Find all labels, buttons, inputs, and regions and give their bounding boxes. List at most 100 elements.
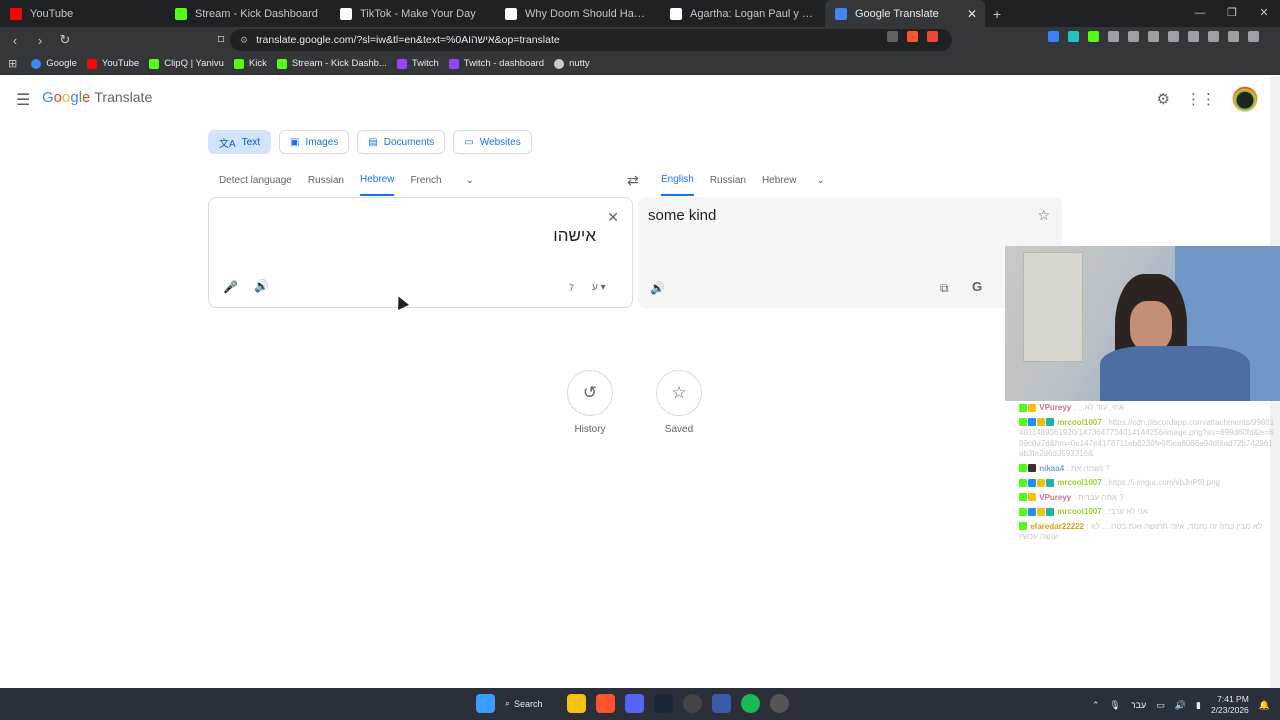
tab-websites[interactable]: ▭ Websites bbox=[453, 130, 532, 154]
listen-translation-speaker-icon[interactable]: 🔊 bbox=[650, 281, 665, 295]
bookmark-nutty[interactable]: nutty bbox=[554, 58, 590, 69]
minimize-icon[interactable]: — bbox=[1184, 0, 1216, 27]
input-language[interactable]: עבר bbox=[1131, 700, 1146, 710]
steam-icon[interactable] bbox=[653, 694, 673, 713]
save-translation-star-icon[interactable]: ☆ bbox=[1037, 207, 1050, 224]
brave-rewards-icon[interactable] bbox=[927, 31, 938, 42]
bookmark-google[interactable]: Google bbox=[31, 58, 77, 69]
main-menu-icon[interactable]: ☰ bbox=[16, 90, 30, 110]
google-icon bbox=[31, 58, 42, 69]
new-tab-icon[interactable]: + bbox=[993, 6, 1001, 22]
chat-text: : אני לא ערבי bbox=[1103, 507, 1148, 516]
translate-icon: 文A bbox=[219, 138, 236, 150]
webcam-overlay bbox=[1005, 246, 1280, 401]
clear-text-close-icon[interactable]: ✕ bbox=[607, 209, 619, 226]
tab-documents[interactable]: ▤ Documents bbox=[357, 130, 446, 154]
microphone-icon[interactable]: 🎤 bbox=[223, 280, 238, 294]
leo-ai-icon[interactable] bbox=[1208, 31, 1219, 42]
back-icon[interactable]: ‹ bbox=[5, 33, 25, 48]
obs-icon[interactable] bbox=[682, 694, 702, 713]
source-lang-detect[interactable]: Detect language bbox=[219, 171, 292, 195]
discord-icon[interactable] bbox=[624, 694, 644, 713]
source-lang-more-chevron-down-icon[interactable]: ⌄ bbox=[466, 171, 474, 195]
browser-tab-doom[interactable]: Why Doom Should Have Won in Ove bbox=[495, 0, 660, 27]
account-avatar[interactable] bbox=[1232, 86, 1258, 112]
extension-2-icon[interactable] bbox=[1068, 31, 1079, 42]
target-lang-english[interactable]: English bbox=[661, 170, 694, 196]
brave-browser-icon[interactable] bbox=[595, 694, 615, 713]
taskbar-search[interactable]: ⌕ Search bbox=[505, 698, 543, 709]
target-lang-more-chevron-down-icon[interactable]: ⌄ bbox=[816, 171, 824, 195]
tray-chevron-up-icon[interactable]: ⌃ bbox=[1092, 700, 1100, 711]
input-tools-keyboard-icon[interactable]: ע ▾ bbox=[592, 282, 606, 293]
extension-1-icon[interactable] bbox=[1048, 31, 1059, 42]
kick-favicon-icon bbox=[175, 7, 187, 20]
website-icon: ▭ bbox=[464, 136, 474, 148]
google-apps-icon[interactable]: ⋮⋮ bbox=[1186, 90, 1216, 108]
extensions-puzzle-icon[interactable] bbox=[1108, 31, 1119, 42]
bookmarks-bar: ⊞ Google YouTube ClipQ | Yanivu Kick Str… bbox=[0, 53, 1280, 75]
forward-icon[interactable]: › bbox=[30, 33, 50, 48]
tab-text[interactable]: 文A Text bbox=[208, 130, 272, 154]
source-lang-hebrew[interactable]: Hebrew bbox=[359, 170, 395, 196]
windows-start-icon[interactable] bbox=[476, 694, 495, 713]
screenshot-icon[interactable] bbox=[1128, 31, 1139, 42]
source-text[interactable]: אישהו bbox=[553, 226, 596, 246]
tray-microphone-icon[interactable]: 🎙 bbox=[1109, 700, 1120, 711]
browser-tab-kick-dashboard[interactable]: Stream - Kick Dashboard bbox=[165, 0, 330, 27]
bookmark-twitch[interactable]: Twitch bbox=[396, 58, 439, 69]
notification-bell-icon[interactable]: 🔔 bbox=[1259, 700, 1270, 711]
site-info-icon[interactable]: ⚙ bbox=[240, 35, 248, 46]
wallet-icon[interactable] bbox=[1188, 31, 1199, 42]
saved-button[interactable]: ☆ Saved bbox=[649, 370, 709, 435]
settings-gear-icon[interactable]: ⚙ bbox=[1157, 90, 1170, 108]
bookmark-twitch-dashboard[interactable]: Twitch - dashboard bbox=[448, 58, 544, 69]
browser-tab-google-translate[interactable]: Google Translate ✕ bbox=[825, 0, 985, 27]
source-lang-french[interactable]: French bbox=[410, 171, 441, 195]
sub-badge-icon bbox=[1046, 418, 1054, 427]
close-tab-icon[interactable]: ✕ bbox=[967, 7, 977, 21]
google-search-icon[interactable]: G bbox=[972, 279, 982, 294]
copy-translation-icon[interactable]: ⧉ bbox=[940, 281, 949, 296]
app-icon[interactable] bbox=[769, 694, 789, 713]
bookmark-kick-dashboard[interactable]: Stream - Kick Dashb... bbox=[276, 58, 387, 69]
bookmark-clipq[interactable]: ClipQ | Yanivu bbox=[149, 58, 224, 69]
chat-text: : ...אחי, עוד לא bbox=[1073, 403, 1125, 412]
browser-tab-tiktok[interactable]: TikTok - Make Your Day bbox=[330, 0, 495, 27]
volume-icon[interactable]: 🔊 bbox=[1175, 700, 1186, 711]
reload-icon[interactable]: ↻ bbox=[55, 32, 75, 48]
google-translate-logo[interactable]: Google Translate bbox=[42, 89, 152, 106]
listen-source-speaker-icon[interactable]: 🔊 bbox=[254, 279, 269, 293]
swap-languages-icon[interactable]: ⇄ bbox=[627, 172, 639, 189]
spotify-icon[interactable] bbox=[740, 694, 760, 713]
kick-badge-icon bbox=[1019, 493, 1027, 502]
file-explorer-icon[interactable] bbox=[566, 694, 586, 713]
target-lang-russian[interactable]: Russian bbox=[710, 171, 746, 195]
battery-icon[interactable]: ▮ bbox=[1196, 700, 1201, 711]
history-button[interactable]: ↺ History bbox=[560, 370, 620, 435]
sidebar-icon[interactable] bbox=[1168, 31, 1179, 42]
target-lang-hebrew[interactable]: Hebrew bbox=[762, 171, 796, 195]
apps-grid-icon[interactable]: ⊞ bbox=[8, 57, 17, 70]
vpn-icon[interactable] bbox=[1228, 31, 1239, 42]
app-icon[interactable] bbox=[711, 694, 731, 713]
taskbar-clock[interactable]: 7:41 PM 2/23/2026 bbox=[1211, 694, 1249, 716]
browser-tab-agartha[interactable]: Agartha: Logan Paul y Calvin Harris a bbox=[660, 0, 825, 27]
network-icon[interactable]: ▭ bbox=[1156, 700, 1165, 711]
share-icon[interactable] bbox=[887, 31, 898, 42]
maximize-icon[interactable]: ❐ bbox=[1216, 0, 1248, 27]
brave-shield-icon[interactable] bbox=[907, 31, 918, 42]
address-bar[interactable]: ⚙ translate.google.com/?sl=iw&tl=en&text… bbox=[230, 29, 952, 51]
tiktok-favicon-icon bbox=[670, 7, 682, 20]
browser-tab-youtube[interactable]: YouTube bbox=[0, 0, 165, 27]
bookmark-kick[interactable]: Kick bbox=[233, 58, 267, 69]
bookmark-page-icon[interactable]: ⌑ bbox=[211, 32, 231, 48]
media-icon[interactable] bbox=[1148, 31, 1159, 42]
menu-icon[interactable] bbox=[1248, 31, 1259, 42]
close-window-icon[interactable]: ✕ bbox=[1248, 0, 1280, 27]
source-text-area[interactable]: אישהו ✕ 🎤 🔊 7 ע ▾ bbox=[208, 197, 633, 308]
extension-3-icon[interactable] bbox=[1088, 31, 1099, 42]
tab-images[interactable]: ▣ Images bbox=[279, 130, 350, 154]
bookmark-youtube[interactable]: YouTube bbox=[86, 58, 139, 69]
source-lang-russian[interactable]: Russian bbox=[308, 171, 344, 195]
